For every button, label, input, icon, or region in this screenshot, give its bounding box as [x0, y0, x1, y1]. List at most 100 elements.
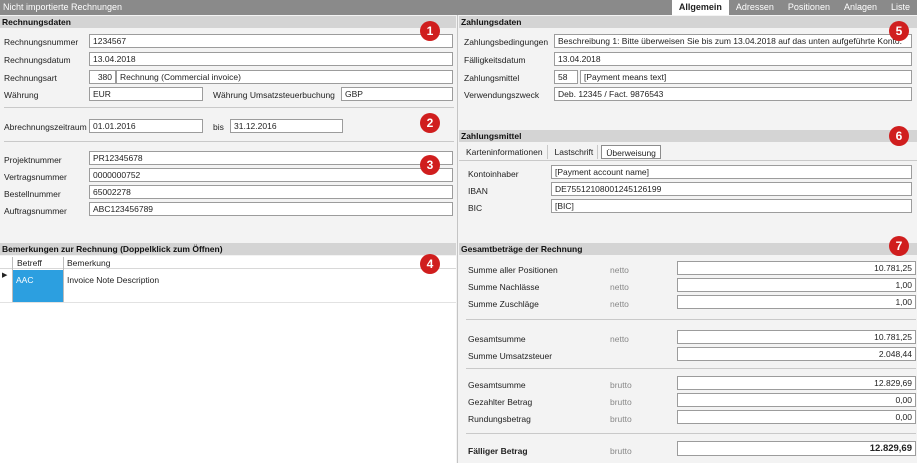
row-bemerkung[interactable]: Invoice Note Description: [64, 273, 159, 285]
bestellnummer-field[interactable]: 65002278: [89, 185, 453, 199]
iban-field[interactable]: DE75512108001245126199: [551, 182, 912, 196]
auftragsnummer-field[interactable]: ABC123456789: [89, 202, 453, 216]
waehrung-ust-label: Währung Umsatzsteuerbuchung: [213, 90, 335, 100]
gesamtsumme-netto-label: Gesamtsumme: [468, 334, 526, 344]
summe-nachlaesse-label: Summe Nachlässe: [468, 282, 540, 292]
bemerkungen-header: Bemerkungen zur Rechnung (Doppelklick zu…: [0, 243, 456, 255]
abrechnungszeitraum-label: Abrechnungszeitraum: [4, 122, 87, 132]
projektnummer-label: Projektnummer: [4, 155, 62, 165]
summe-positionen-field[interactable]: 10.781,25: [677, 261, 916, 275]
tab-allgemein[interactable]: Allgemein: [671, 0, 729, 15]
rundungsbetrag-field[interactable]: 0,00: [677, 410, 916, 424]
projektnummer-field[interactable]: PR12345678: [89, 151, 453, 165]
grid-line: [0, 302, 456, 303]
gezahlter-betrag-label: Gezahlter Betrag: [468, 397, 533, 407]
rechnungsdatum-label: Rechnungsdatum: [4, 55, 71, 65]
zeitraum-von-field[interactable]: 01.01.2016: [89, 119, 203, 133]
brutto-label: brutto: [610, 414, 632, 424]
window-title: Nicht importierte Rechnungen: [3, 2, 123, 12]
row-indicator-icon: ▶: [2, 272, 8, 279]
zahlungsmittel-text-field[interactable]: [Payment means text]: [580, 70, 912, 84]
col-betreff[interactable]: Betreff: [14, 257, 42, 268]
verwendungszweck-label: Verwendungszweck: [464, 90, 540, 100]
summe-zuschlaege-label: Summe Zuschläge: [468, 299, 539, 309]
zahlungsmittel-code-field[interactable]: 58: [554, 70, 578, 84]
iban-label: IBAN: [468, 186, 488, 196]
marker-badge-1: 1: [420, 21, 440, 41]
gezahlter-betrag-field[interactable]: 0,00: [677, 393, 916, 407]
zahlungsdaten-header: Zahlungsdaten: [459, 16, 917, 28]
rechnungsdatum-field[interactable]: 13.04.2018: [89, 52, 453, 66]
marker-badge-5: 5: [889, 21, 909, 41]
kontoinhaber-label: Kontoinhaber: [468, 169, 519, 179]
tab-positionen[interactable]: Positionen: [781, 0, 837, 15]
faelligkeitsdatum-field[interactable]: 13.04.2018: [554, 52, 912, 66]
faelliger-betrag-field[interactable]: 12.829,69: [677, 441, 916, 456]
bic-field[interactable]: [BIC]: [551, 199, 912, 213]
bemerkungen-grid-header: Betreff Bemerkung: [0, 257, 456, 269]
rundungsbetrag-label: Rundungsbetrag: [468, 414, 531, 424]
tab-liste[interactable]: Liste: [884, 0, 917, 15]
marker-badge-4: 4: [420, 254, 440, 274]
title-bar: Nicht importierte Rechnungen Allgemein A…: [0, 0, 917, 15]
faelliger-betrag-label: Fälliger Betrag: [468, 446, 528, 456]
netto-label: netto: [610, 282, 629, 292]
bic-label: BIC: [468, 203, 483, 213]
gesamtsumme-netto-field[interactable]: 10.781,25: [677, 330, 916, 344]
divider: [466, 319, 916, 320]
zahlungsmittel-header: Zahlungsmittel: [459, 130, 917, 142]
auftragsnummer-label: Auftragsnummer: [4, 206, 67, 216]
vertragsnummer-label: Vertragsnummer: [4, 172, 67, 182]
tab-divider: [459, 160, 917, 161]
vertragsnummer-field[interactable]: 0000000752: [89, 168, 453, 182]
col-bemerkung[interactable]: Bemerkung: [64, 257, 110, 268]
divider: [4, 141, 454, 142]
faelligkeitsdatum-label: Fälligkeitsdatum: [464, 55, 526, 65]
zahlungsmittel-label: Zahlungsmittel: [464, 73, 520, 83]
waehrung-ust-field[interactable]: GBP: [341, 87, 453, 101]
netto-label: netto: [610, 334, 629, 344]
divider: [466, 368, 916, 369]
rechnungsdaten-header: Rechnungsdaten: [0, 16, 456, 28]
brutto-label: brutto: [610, 397, 632, 407]
tab-lastschrift[interactable]: Lastschrift: [551, 145, 599, 159]
summe-umsatzsteuer-label: Summe Umsatzsteuer: [468, 351, 553, 361]
divider: [4, 107, 454, 108]
tab-adressen[interactable]: Adressen: [729, 0, 781, 15]
gesamtbetraege-header: Gesamtbeträge der Rechnung: [459, 243, 917, 255]
zahlungsbedingungen-field[interactable]: Beschreibung 1: Bitte überweisen Sie bis…: [554, 34, 912, 48]
zeitraum-bis-field[interactable]: 31.12.2016: [230, 119, 343, 133]
summe-nachlaesse-field[interactable]: 1,00: [677, 278, 916, 292]
panel-divider: [457, 15, 458, 463]
rechnungsart-code-field[interactable]: 380: [89, 70, 116, 84]
rechnungsart-text-field[interactable]: Rechnung (Commercial invoice): [116, 70, 453, 84]
verwendungszweck-field[interactable]: Deb. 12345 / Fact. 9876543: [554, 87, 912, 101]
tab-karteninformationen[interactable]: Karteninformationen: [462, 145, 548, 159]
rechnungsnummer-field[interactable]: 1234567: [89, 34, 453, 48]
brutto-label: brutto: [610, 446, 632, 456]
gesamtsumme-brutto-field[interactable]: 12.829,69: [677, 376, 916, 390]
marker-badge-6: 6: [889, 126, 909, 146]
bestellnummer-label: Bestellnummer: [4, 189, 61, 199]
summe-positionen-label: Summe aller Positionen: [468, 265, 558, 275]
bis-label: bis: [213, 122, 224, 132]
bemerkungen-grid: [0, 256, 456, 463]
zahlungsbedingungen-label: Zahlungsbedingungen: [464, 37, 549, 47]
summe-zuschlaege-field[interactable]: 1,00: [677, 295, 916, 309]
marker-badge-2: 2: [420, 113, 440, 133]
netto-label: netto: [610, 299, 629, 309]
summe-umsatzsteuer-field[interactable]: 2.048,44: [677, 347, 916, 361]
kontoinhaber-field[interactable]: [Payment account name]: [551, 165, 912, 179]
waehrung-label: Währung: [4, 90, 39, 100]
gesamtsumme-brutto-label: Gesamtsumme: [468, 380, 526, 390]
waehrung-field[interactable]: EUR: [89, 87, 203, 101]
zahlungsmittel-tabs: Karteninformationen Lastschrift Überweis…: [462, 145, 664, 159]
main-tabs: Allgemein Adressen Positionen Anlagen Li…: [671, 0, 917, 15]
tab-anlagen[interactable]: Anlagen: [837, 0, 884, 15]
divider: [466, 433, 916, 434]
marker-badge-3: 3: [420, 155, 440, 175]
rechnungsart-label: Rechnungsart: [4, 73, 57, 83]
tab-ueberweisung[interactable]: Überweisung: [601, 145, 661, 159]
rechnungsnummer-label: Rechnungsnummer: [4, 37, 79, 47]
brutto-label: brutto: [610, 380, 632, 390]
